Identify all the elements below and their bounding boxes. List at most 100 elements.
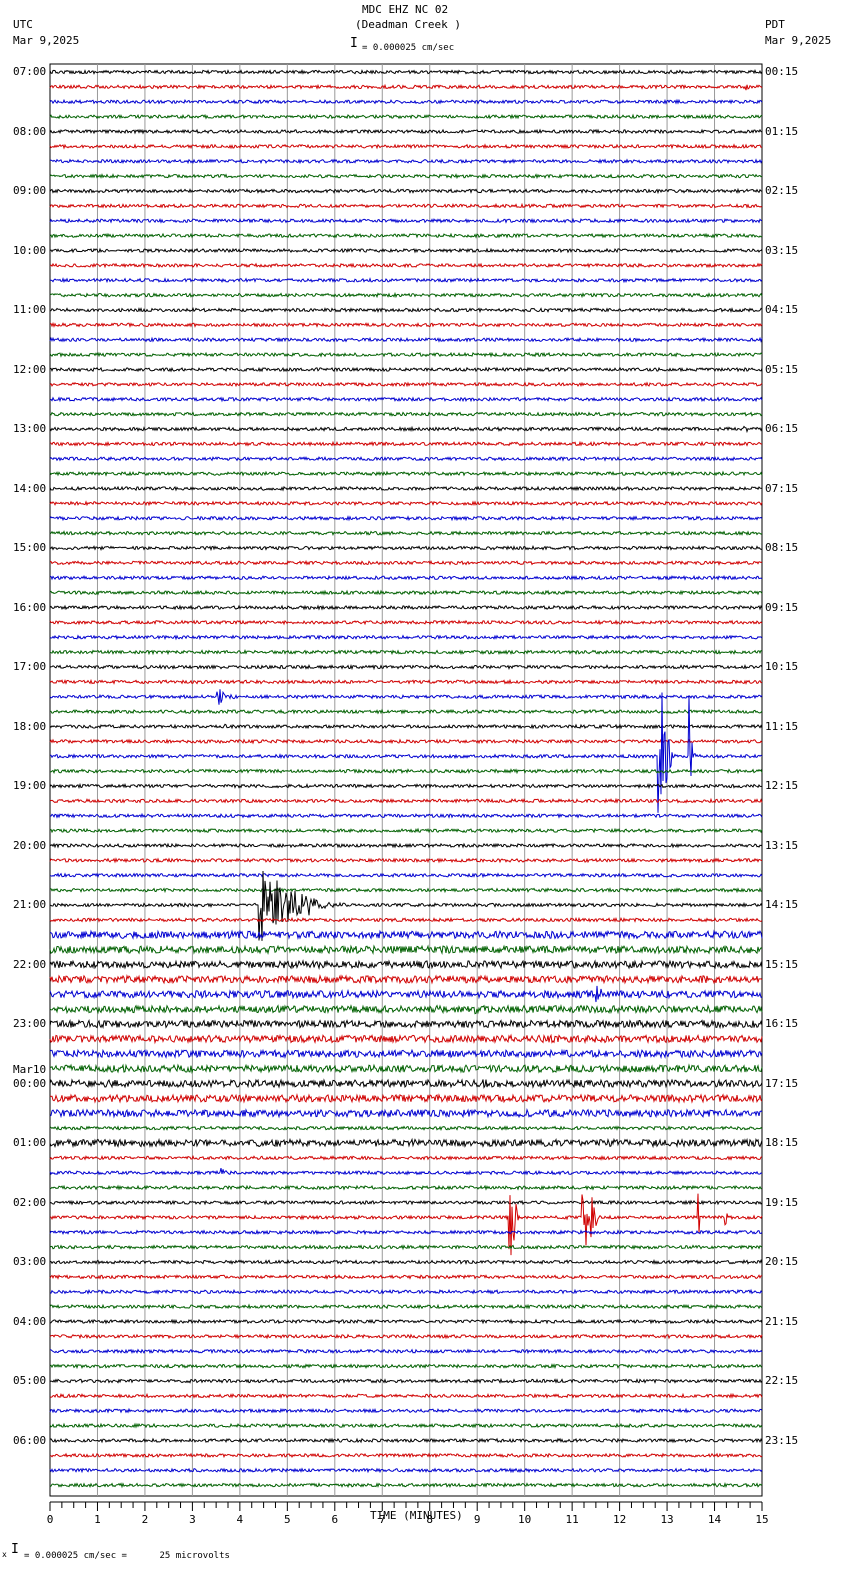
trace-row xyxy=(49,396,763,403)
trace-row xyxy=(49,1452,763,1459)
pdt-hour-label: 01:15 xyxy=(765,124,799,138)
trace-row xyxy=(49,870,763,941)
utc-hour-label: 20:00 xyxy=(13,838,47,852)
trace-row xyxy=(49,232,763,239)
x-tick-label: 7 xyxy=(379,1513,386,1526)
utc-hour-label: 07:00 xyxy=(13,65,47,78)
x-tick-label: 15 xyxy=(755,1513,768,1526)
trace-row xyxy=(49,842,763,849)
trace-row xyxy=(49,262,763,269)
x-tick-label: 11 xyxy=(566,1513,579,1526)
utc-hour-label: 17:00 xyxy=(13,660,47,673)
pdt-hour-label: 18:15 xyxy=(765,1136,799,1149)
trace-row xyxy=(49,1363,763,1370)
pdt-hour-label: 04:15 xyxy=(765,303,799,316)
trace-row xyxy=(49,83,763,91)
trace-row xyxy=(49,797,763,804)
trace-row xyxy=(49,689,763,705)
utc-hour-label: 18:00 xyxy=(13,719,47,733)
trace-row xyxy=(49,985,763,1003)
pdt-hour-label: 16:15 xyxy=(765,1017,799,1030)
trace-row xyxy=(49,1377,763,1384)
trace-row xyxy=(49,425,763,434)
utc-hour-label: 15:00 xyxy=(13,541,47,554)
utc-hour-label: 02:00 xyxy=(13,1195,47,1209)
trace-row xyxy=(49,291,763,299)
trace-row xyxy=(49,336,763,343)
trace-row xyxy=(49,1199,763,1206)
trace-row xyxy=(49,944,763,956)
trace-row xyxy=(49,1167,763,1176)
trace-row xyxy=(49,929,763,941)
pdt-hour-label: 17:15 xyxy=(765,1076,799,1090)
trace-row xyxy=(49,1467,763,1474)
x-tick-label: 14 xyxy=(708,1513,722,1526)
trace-row xyxy=(49,1108,763,1119)
utc-hour-label: 09:00 xyxy=(13,184,47,197)
trace-row xyxy=(49,277,763,284)
utc-hour-label: 00:00 xyxy=(13,1076,47,1090)
trace-row xyxy=(49,485,763,492)
trace-row xyxy=(49,1288,763,1295)
pdt-hour-label: 07:15 xyxy=(765,481,799,495)
utc-hour-label: 16:00 xyxy=(13,600,47,614)
trace-row xyxy=(49,128,763,135)
trace-row xyxy=(49,708,763,715)
trace-row xyxy=(49,515,763,522)
seismogram-plot: 0 1 2 3 4 5 6 7 8 9 10 11 12 13 14 15 xyxy=(47,63,769,1526)
trace-row xyxy=(49,247,763,254)
x-tick-label: 5 xyxy=(284,1513,291,1526)
utc-hour-label: 03:00 xyxy=(13,1255,47,1268)
x-tick-label: 8 xyxy=(426,1513,433,1526)
trace-row xyxy=(49,1033,763,1045)
pdt-hour-label: 09:15 xyxy=(765,600,799,614)
trace-row xyxy=(49,974,763,985)
pdt-hour-label: 12:15 xyxy=(765,779,799,792)
pdt-hour-label: 20:15 xyxy=(765,1255,799,1268)
trace-row xyxy=(49,351,763,358)
trace-row xyxy=(49,1258,763,1266)
trace-row xyxy=(49,411,763,417)
trace-row xyxy=(49,827,763,834)
trace-row xyxy=(49,545,763,552)
trace-row xyxy=(49,455,763,462)
trace-row xyxy=(49,1092,763,1104)
trace-row xyxy=(49,321,763,328)
trace-row xyxy=(49,619,763,626)
trace-row xyxy=(49,68,763,75)
trace-row xyxy=(49,1004,763,1015)
trace-row xyxy=(49,1125,763,1131)
trace-row xyxy=(49,1019,763,1030)
trace-row xyxy=(49,1184,763,1191)
pdt-hour-label: 08:15 xyxy=(765,541,799,554)
trace-row xyxy=(49,663,763,671)
trace-row xyxy=(49,307,763,314)
date-change-label: Mar10 xyxy=(13,1062,47,1076)
utc-hour-label: 05:00 xyxy=(13,1374,47,1387)
pdt-hour-label: 19:15 xyxy=(765,1195,799,1209)
x-tick-label: 12 xyxy=(613,1513,626,1526)
trace-row xyxy=(49,1229,763,1236)
trace-row xyxy=(49,187,763,195)
pdt-hour-label: 03:15 xyxy=(765,243,799,257)
trace-row xyxy=(49,1063,763,1075)
trace-row xyxy=(49,782,763,790)
x-tick-label: 3 xyxy=(189,1513,196,1526)
trace-row xyxy=(49,1048,763,1060)
trace-row xyxy=(49,723,763,730)
utc-hour-label: 14:00 xyxy=(13,481,47,495)
trace-row xyxy=(49,872,763,879)
trace-row xyxy=(49,98,763,105)
trace-row xyxy=(49,470,763,477)
utc-hour-label: 10:00 xyxy=(13,243,47,257)
trace-row xyxy=(49,381,763,388)
pdt-hour-label: 05:15 xyxy=(765,362,799,376)
trace-row xyxy=(49,1274,763,1280)
trace-row xyxy=(49,158,763,165)
pdt-hour-label: 10:15 xyxy=(765,660,799,673)
pdt-hour-label: 11:15 xyxy=(765,719,799,733)
trace-row xyxy=(49,678,763,685)
trace-row xyxy=(49,500,763,507)
helicorder-page: MDC EHZ NC 02 (Deadman Creek ) UTC Mar 9… xyxy=(0,0,850,1584)
trace-row xyxy=(49,634,763,641)
